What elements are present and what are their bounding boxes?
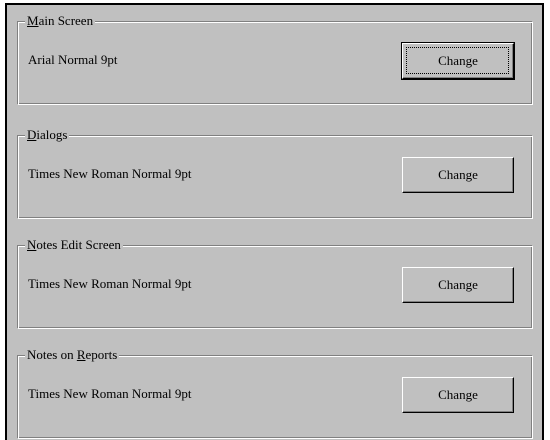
notes-edit-screen-group: Notes Edit Screen Times New Roman Normal… bbox=[17, 237, 533, 329]
notes-on-reports-font-value: Times New Roman Normal 9pt bbox=[28, 386, 192, 401]
button-label: Change bbox=[438, 277, 478, 292]
notes-edit-screen-group-title: Notes Edit Screen bbox=[25, 237, 123, 253]
main-screen-font-value: Arial Normal 9pt bbox=[28, 52, 118, 67]
font-settings-dialog: Main Screen Arial Normal 9pt Change Dial… bbox=[5, 3, 544, 440]
notes-edit-screen-font-value: Times New Roman Normal 9pt bbox=[28, 276, 192, 291]
button-label: Change bbox=[438, 387, 478, 402]
dialogs-group: Dialogs Times New Roman Normal 9pt Chang… bbox=[17, 127, 533, 219]
dialogs-change-button[interactable]: Change bbox=[402, 157, 514, 193]
main-screen-group-title: Main Screen bbox=[25, 13, 96, 29]
dialogs-font-value: Times New Roman Normal 9pt bbox=[28, 166, 192, 181]
notes-on-reports-group-title: Notes on Reports bbox=[25, 347, 120, 363]
button-label: Change bbox=[438, 167, 478, 182]
button-label: Change bbox=[438, 53, 478, 68]
notes-on-reports-change-button[interactable]: Change bbox=[402, 377, 514, 413]
main-screen-group: Main Screen Arial Normal 9pt Change bbox=[17, 13, 533, 105]
notes-edit-screen-change-button[interactable]: Change bbox=[402, 267, 514, 303]
notes-on-reports-group: Notes on Reports Times New Roman Normal … bbox=[17, 347, 533, 439]
main-screen-change-button[interactable]: Change bbox=[401, 42, 515, 80]
dialogs-group-title: Dialogs bbox=[25, 127, 70, 143]
